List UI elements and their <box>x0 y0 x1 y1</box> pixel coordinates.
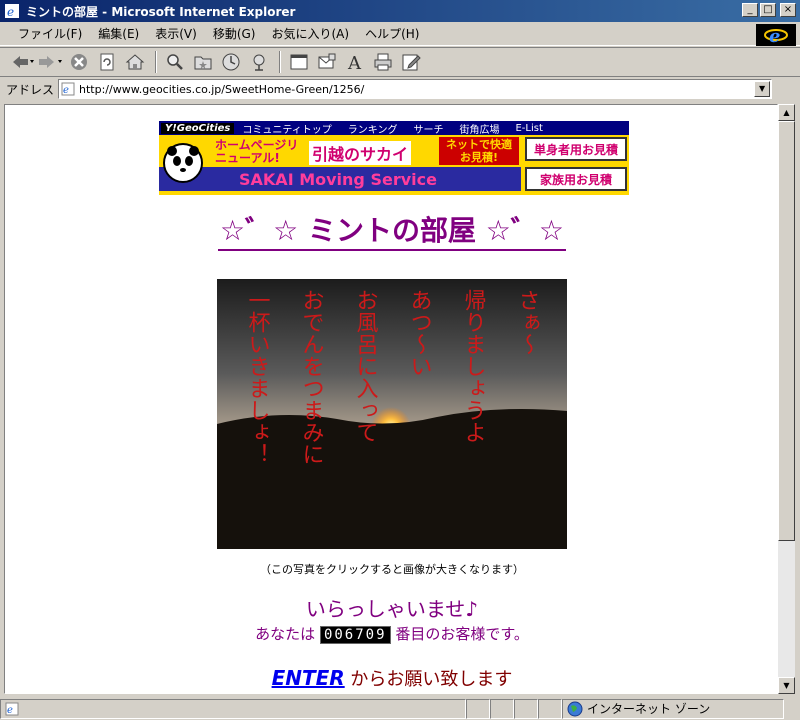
toolbar: A <box>0 47 800 77</box>
font-icon[interactable]: A <box>342 50 368 74</box>
photo-line-4: お風呂に入って <box>353 289 379 443</box>
photo-line-2: 帰りましょうよ <box>461 289 487 443</box>
back-icon[interactable] <box>10 50 36 74</box>
geocities-nav: Y!GeoCities コミュニティトップ ランキング サーチ 街角広場 E-L… <box>159 121 629 135</box>
globe-icon <box>567 701 583 716</box>
status-cell-5 <box>538 698 562 719</box>
menu-edit[interactable]: 編集(E) <box>90 23 147 44</box>
maximize-button[interactable]: □ <box>760 3 776 17</box>
print-icon[interactable] <box>370 50 396 74</box>
home-icon[interactable] <box>122 50 148 74</box>
ad-family-estimate-button[interactable]: 家族用お見積 <box>525 167 627 191</box>
minimize-button[interactable]: _ <box>742 3 758 17</box>
panda-icon <box>163 143 203 183</box>
status-zone: インターネット ゾーン <box>562 698 784 719</box>
window-title: ミントの部屋 - Microsoft Internet Explorer <box>26 4 296 19</box>
ad-headline-net: ネットで快適お見積! <box>439 137 519 165</box>
counter-suffix: 番目のお客様です。 <box>395 625 529 643</box>
geo-link-plaza[interactable]: 街角広場 <box>459 121 499 136</box>
welcome-text: いらっしゃいませ♪ <box>305 597 479 621</box>
menu-favorites[interactable]: お気に入り(A) <box>263 23 357 44</box>
channels-icon[interactable] <box>246 50 272 74</box>
title-bar: e ミントの部屋 - Microsoft Internet Explorer _… <box>0 0 800 22</box>
status-bar: e インターネット ゾーン <box>0 697 800 720</box>
svg-text:e: e <box>7 705 13 716</box>
edit-icon[interactable] <box>398 50 424 74</box>
enter-link[interactable]: ENTER <box>272 666 345 690</box>
geocities-banner[interactable]: Y!GeoCities コミュニティトップ ランキング サーチ 街角広場 E-L… <box>159 121 629 195</box>
menu-help[interactable]: ヘルプ(H) <box>357 23 427 44</box>
photo-line-1: さぁ～ <box>515 289 540 355</box>
page-title[interactable]: ☆゛☆ ミントの部屋 ☆゛☆ <box>218 209 566 251</box>
address-box[interactable]: e ▼ <box>58 79 773 99</box>
photo-line-3: あつ～い <box>407 289 432 377</box>
mail-icon[interactable] <box>314 50 340 74</box>
status-main: e <box>0 698 466 719</box>
geo-link-ranking[interactable]: ランキング <box>348 121 398 136</box>
visitor-counter: 006709 <box>319 625 391 644</box>
page-status-icon: e <box>5 702 19 716</box>
ie-page-icon: e <box>5 4 19 19</box>
search-icon[interactable] <box>162 50 188 74</box>
photo-line-5: おでんをつまみに <box>299 289 324 465</box>
page-title-wrap: ☆゛☆ ミントの部屋 ☆゛☆ <box>5 209 777 251</box>
refresh-icon[interactable] <box>94 50 120 74</box>
svg-text:e: e <box>769 26 780 45</box>
photo-caption: （この写真をクリックすると画像が大きくなります） <box>260 563 524 576</box>
geo-link-elist[interactable]: E-List <box>515 123 542 134</box>
scroll-thumb[interactable] <box>778 121 795 541</box>
status-cell-2 <box>466 698 490 719</box>
menu-bar: ファイル(F) 編集(E) 表示(V) 移動(G) お気に入り(A) ヘルプ(H… <box>0 22 800 46</box>
ad-headline-sakai: 引越のサカイ <box>309 141 412 165</box>
sunset-photo[interactable]: さぁ～ 帰りましょうよ あつ～い お風呂に入って おでんをつまみに 一杯いきまし… <box>217 279 567 549</box>
fullscreen-icon[interactable] <box>286 50 312 74</box>
enter-line: ENTER からお願い致します <box>5 665 777 691</box>
page-icon: e <box>61 82 75 96</box>
toolbar-separator <box>279 51 281 73</box>
geocities-logo[interactable]: Y!GeoCities <box>161 122 235 134</box>
zone-text: インターネット ゾーン <box>587 702 711 716</box>
ad-banner[interactable]: SAKAI Moving Service ホームページリニューアル! 引越のサカ… <box>159 135 629 195</box>
address-label: アドレス <box>6 82 55 97</box>
ad-headline-renewal: ホームページリニューアル! <box>215 138 299 165</box>
visitor-counter-line: あなたは 006709 番目のお客様です。 <box>5 623 777 644</box>
stop-icon[interactable] <box>66 50 92 74</box>
geo-link-search[interactable]: サーチ <box>413 121 443 136</box>
ad-single-estimate-button[interactable]: 単身者用お見積 <box>525 137 627 161</box>
address-bar: アドレス e ▼ <box>0 77 800 101</box>
svg-text:A: A <box>347 53 362 72</box>
favorites-icon[interactable] <box>190 50 216 74</box>
scroll-up-icon[interactable]: ▲ <box>778 104 795 121</box>
enter-suffix: からお願い致します <box>344 669 513 690</box>
status-cell-4 <box>514 698 538 719</box>
counter-prefix: あなたは <box>255 625 316 643</box>
menu-go[interactable]: 移動(G) <box>205 23 264 44</box>
history-icon[interactable] <box>218 50 244 74</box>
svg-text:e: e <box>7 5 14 19</box>
page-viewport: Y!GeoCities コミュニティトップ ランキング サーチ 街角広場 E-L… <box>4 104 778 694</box>
menu-view[interactable]: 表示(V) <box>147 23 205 44</box>
menu-file[interactable]: ファイル(F) <box>10 23 90 44</box>
ie-logo-icon: e <box>756 24 796 46</box>
status-cell-3 <box>490 698 514 719</box>
vertical-scrollbar[interactable]: ▲ ▼ <box>778 104 795 694</box>
scroll-down-icon[interactable]: ▼ <box>778 677 795 694</box>
toolbar-separator <box>155 51 157 73</box>
address-input[interactable] <box>79 82 770 96</box>
close-button[interactable]: × <box>780 3 796 17</box>
geo-link-community[interactable]: コミュニティトップ <box>242 121 331 136</box>
photo-line-6: 一杯いきましょ！ <box>245 289 271 465</box>
forward-icon[interactable] <box>38 50 64 74</box>
ad-footer: SAKAI Moving Service <box>159 167 521 191</box>
svg-text:e: e <box>63 85 69 96</box>
address-dropdown-icon[interactable]: ▼ <box>754 81 771 97</box>
